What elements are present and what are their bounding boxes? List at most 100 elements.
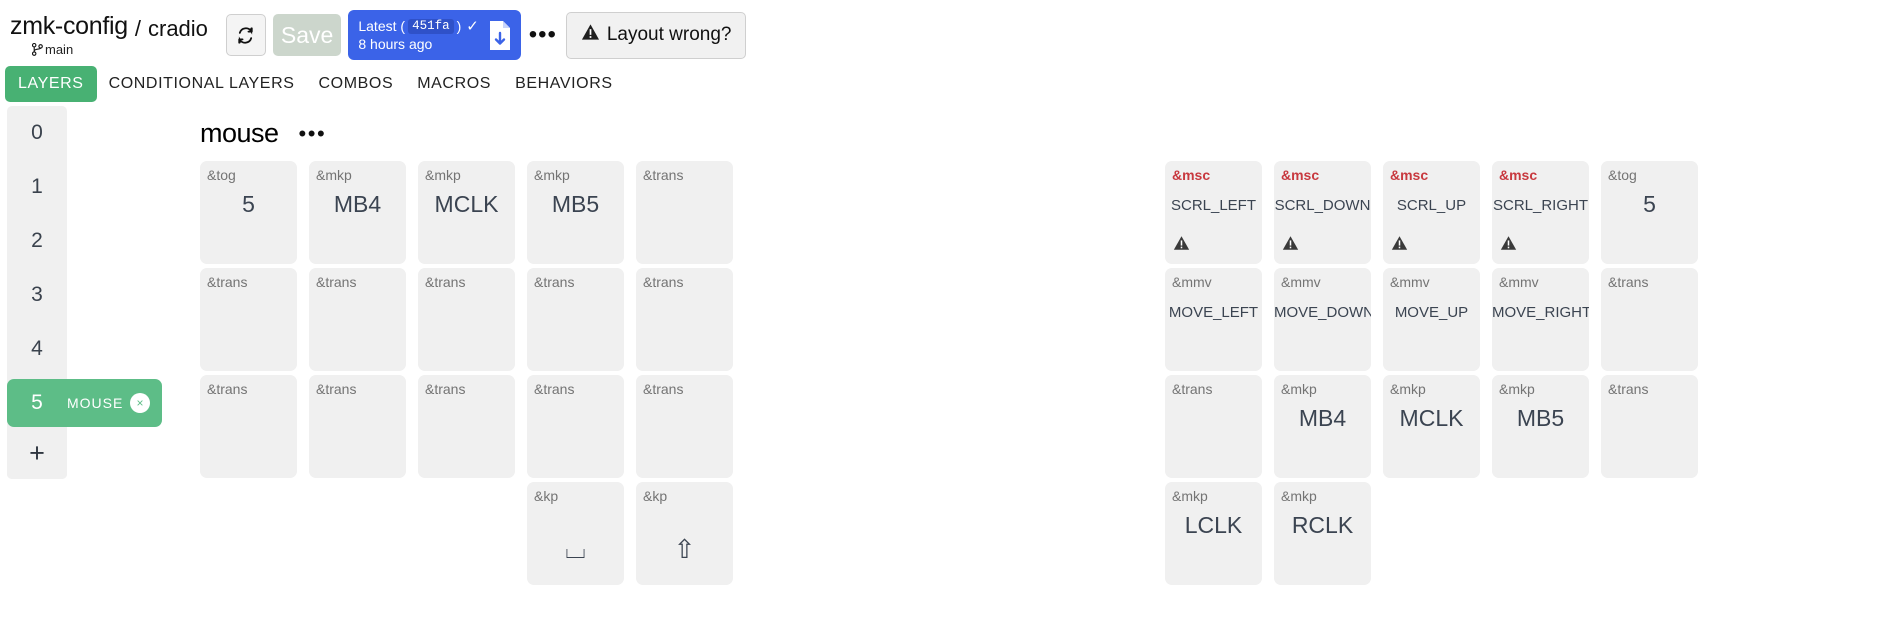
tab-combos[interactable]: COMBOS: [307, 67, 406, 101]
layer-item-2[interactable]: 2: [7, 214, 67, 268]
key-value-label: ⌴: [565, 534, 586, 564]
key-left-r2-c3[interactable]: &trans: [527, 375, 624, 478]
key-right-r1-c2[interactable]: &mmv MOVE_UP: [1383, 268, 1480, 371]
key-left-r2-c1[interactable]: &trans: [309, 375, 406, 478]
key-left-r2-c0[interactable]: &trans: [200, 375, 297, 478]
key-left-r0-c0[interactable]: &tog 5: [200, 161, 297, 264]
key-value-label: MB5: [1516, 405, 1565, 431]
app-header: zmk-config main / cradio Save Latest (4…: [0, 0, 1897, 62]
layout-wrong-button[interactable]: Layout wrong?: [565, 11, 747, 59]
key-behavior-label: &msc: [1172, 167, 1211, 183]
key-value-label: SCRL_RIGHT: [1492, 197, 1589, 214]
download-file-icon[interactable]: [487, 20, 513, 51]
layer-item-1[interactable]: 1: [7, 160, 67, 214]
keymap-title: mouse: [200, 118, 279, 148]
save-button[interactable]: Save: [272, 14, 342, 56]
branch-icon: [31, 42, 43, 56]
key-behavior-label: &trans: [425, 274, 466, 290]
key-behavior-label: &msc: [1499, 167, 1538, 183]
key-behavior-label: &tog: [207, 167, 236, 183]
delete-layer-icon[interactable]: ×: [130, 393, 150, 413]
tab-behaviors[interactable]: BEHAVIORS: [503, 67, 625, 101]
key-behavior-label: &mkp: [1172, 488, 1208, 504]
key-left-r1-c3[interactable]: &trans: [527, 268, 624, 371]
layer-number: 0: [31, 121, 43, 144]
key-right-r3-c1[interactable]: &mkp RCLK: [1274, 482, 1371, 585]
refresh-button[interactable]: [225, 14, 266, 56]
key-left-r0-c3[interactable]: &mkp MB5: [527, 161, 624, 264]
key-value-label: MCLK: [1399, 405, 1464, 431]
latest-commit-button[interactable]: Latest ( 451fa ) ✓ 8 hours ago: [348, 10, 521, 60]
key-behavior-label: &trans: [425, 381, 466, 397]
key-behavior-label: &trans: [207, 381, 248, 397]
layer-item-0[interactable]: 0: [7, 106, 67, 160]
key-value-label: RCLK: [1291, 512, 1354, 538]
key-right-r2-c1[interactable]: &mkp MB4: [1274, 375, 1371, 478]
keymap-more-button[interactable]: •••: [299, 122, 327, 145]
key-left-r3-c3[interactable]: &kp ⌴: [527, 482, 624, 585]
key-right-r1-c1[interactable]: &mmv MOVE_DOWN: [1274, 268, 1371, 371]
key-behavior-label: &mkp: [1281, 381, 1317, 397]
key-value-label: SCRL_DOWN: [1274, 197, 1371, 214]
key-left-r0-c4[interactable]: &trans: [636, 161, 733, 264]
key-value-label: MOVE_UP: [1394, 304, 1469, 321]
key-value-label: MB5: [551, 191, 600, 217]
key-right-r2-c0[interactable]: &trans: [1165, 375, 1262, 478]
key-left-r1-c0[interactable]: &trans: [200, 268, 297, 371]
add-layer-button[interactable]: +: [7, 427, 67, 479]
refresh-icon: [238, 26, 254, 44]
repo-breadcrumb: zmk-config main / cradio: [10, 13, 208, 57]
layer-number: 4: [31, 337, 43, 360]
key-right-r0-c2[interactable]: &msc SCRL_UP: [1383, 161, 1480, 264]
layer-number: 1: [31, 175, 43, 198]
keymap-area: mouse ••• &tog 5 &mkp MB4 &mkp MCLK &mkp MB5 &tr…: [200, 106, 1897, 606]
key-behavior-label: &mmv: [1390, 274, 1430, 290]
key-value-label: SCRL_UP: [1396, 197, 1467, 214]
key-right-r2-c4[interactable]: &trans: [1601, 375, 1698, 478]
tab-conditional-layers[interactable]: CONDITIONAL LAYERS: [97, 67, 307, 101]
tab-macros[interactable]: MACROS: [405, 67, 503, 101]
key-behavior-label: &mmv: [1499, 274, 1539, 290]
key-left-r1-c2[interactable]: &trans: [418, 268, 515, 371]
key-behavior-label: &mkp: [1390, 381, 1426, 397]
layer-item-5[interactable]: 5 MOUSE ×: [7, 379, 162, 427]
key-right-r0-c3[interactable]: &msc SCRL_RIGHT: [1492, 161, 1589, 264]
key-behavior-label: &trans: [643, 167, 684, 183]
key-left-r1-c1[interactable]: &trans: [309, 268, 406, 371]
breadcrumb-separator: /: [134, 15, 141, 41]
keyboard-name[interactable]: cradio: [148, 14, 208, 42]
key-right-r0-c1[interactable]: &msc SCRL_DOWN: [1274, 161, 1371, 264]
key-right-r1-c0[interactable]: &mmv MOVE_LEFT: [1165, 268, 1262, 371]
key-right-r0-c0[interactable]: &msc SCRL_LEFT: [1165, 161, 1262, 264]
key-left-r1-c4[interactable]: &trans: [636, 268, 733, 371]
key-right-r0-c4[interactable]: &tog 5: [1601, 161, 1698, 264]
key-right-r3-c0[interactable]: &mkp LCLK: [1165, 482, 1262, 585]
commit-time: 8 hours ago: [358, 35, 433, 52]
key-behavior-label: &trans: [643, 381, 684, 397]
key-behavior-label: &mkp: [1499, 381, 1535, 397]
key-left-r0-c2[interactable]: &mkp MCLK: [418, 161, 515, 264]
key-behavior-label: &mmv: [1172, 274, 1212, 290]
key-value-label: 5: [242, 191, 255, 217]
key-value-label: ⇧: [673, 534, 696, 564]
key-left-r0-c1[interactable]: &mkp MB4: [309, 161, 406, 264]
key-behavior-label: &trans: [534, 274, 575, 290]
key-behavior-label: &kp: [534, 488, 559, 504]
key-right-r2-c2[interactable]: &mkp MCLK: [1383, 375, 1480, 478]
key-behavior-label: &msc: [1390, 167, 1429, 183]
layers-panel: 0 1 2 3 4 5 MOUSE × +: [0, 106, 200, 606]
key-left-r2-c2[interactable]: &trans: [418, 375, 515, 478]
key-value-label: MB4: [1298, 405, 1347, 431]
header-more-button[interactable]: •••: [528, 15, 558, 55]
tab-layers[interactable]: LAYERS: [5, 66, 97, 102]
layer-item-3[interactable]: 3: [7, 268, 67, 322]
key-left-r3-c4[interactable]: &kp ⇧: [636, 482, 733, 585]
key-value-label: MOVE_RIGHT: [1492, 304, 1589, 321]
key-behavior-label: &mkp: [534, 167, 570, 183]
key-behavior-label: &mkp: [316, 167, 352, 183]
layer-item-4[interactable]: 4: [7, 322, 67, 376]
key-right-r1-c3[interactable]: &mmv MOVE_RIGHT: [1492, 268, 1589, 371]
key-right-r2-c3[interactable]: &mkp MB5: [1492, 375, 1589, 478]
key-left-r2-c4[interactable]: &trans: [636, 375, 733, 478]
key-right-r1-c4[interactable]: &trans: [1601, 268, 1698, 371]
